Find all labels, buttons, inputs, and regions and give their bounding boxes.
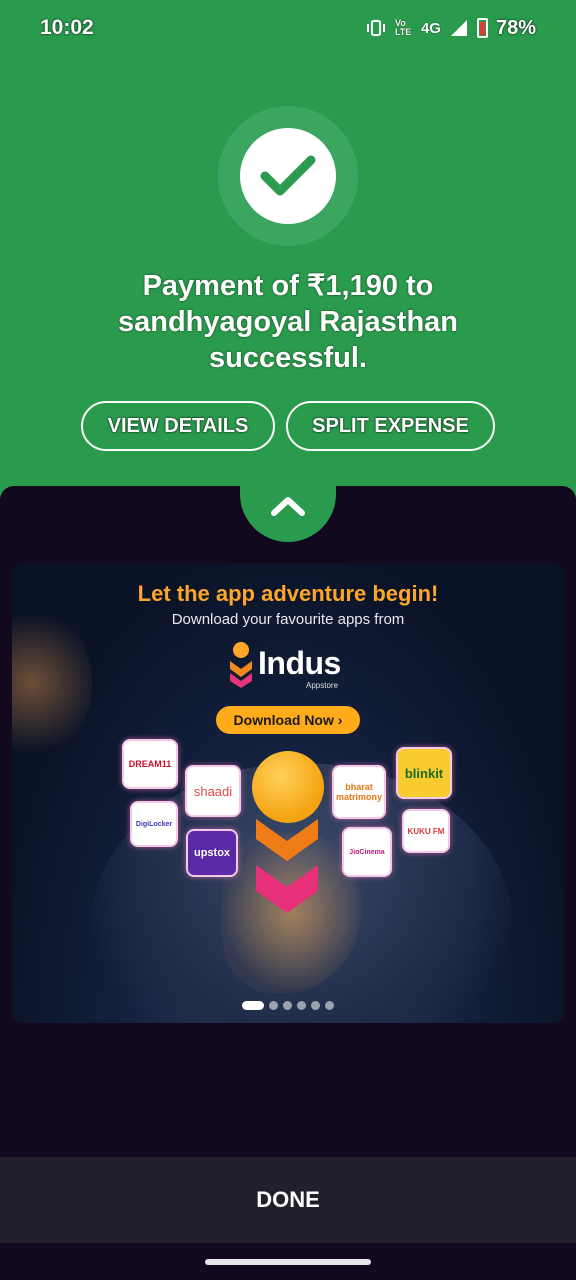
indus-logo: Indus Appstore <box>228 641 368 691</box>
home-indicator[interactable] <box>205 1259 371 1265</box>
app-label: shaadi <box>193 783 233 799</box>
indus-chevron-orange-graphic <box>256 819 318 861</box>
app-tile-dream11: DREAM11 <box>122 739 178 789</box>
app-label: bharat matrimony <box>335 782 382 802</box>
download-now-button[interactable]: Download Now › <box>216 706 360 734</box>
view-details-button[interactable]: VIEW DETAILS <box>81 401 275 451</box>
check-icon <box>260 155 316 196</box>
network-type-label: 4G <box>420 19 441 37</box>
payment-message: Payment of ₹1,190 to sandhyagoyal Rajast… <box>117 270 459 374</box>
app-label: JioCinema <box>349 848 385 856</box>
indus-mark-icon <box>230 642 252 688</box>
app-tile-jiocinema: JioCinema <box>342 827 392 877</box>
brand-name: Indus <box>258 645 341 681</box>
done-button[interactable]: DONE <box>0 1157 576 1243</box>
volte-icon: Vo LTE <box>394 18 412 37</box>
app-label: KUKU FM <box>407 826 445 836</box>
carousel-dot[interactable] <box>283 1001 292 1010</box>
carousel-dot[interactable] <box>269 1001 278 1010</box>
signal-icon <box>450 20 467 36</box>
status-icons: Vo LTE 4G 78% <box>365 17 536 40</box>
done-label: DONE <box>256 1187 320 1212</box>
app-tile-bharat-matrimony: bharat matrimony <box>332 765 386 819</box>
app-tile-blinkit: blinkit <box>396 747 452 799</box>
status-time: 10:02 <box>40 16 94 39</box>
app-tile-kukufm: KUKU FM <box>402 809 450 853</box>
vibrate-icon <box>366 20 385 36</box>
success-badge <box>240 128 336 224</box>
carousel-dot[interactable] <box>242 1001 264 1010</box>
app-label: DREAM11 <box>128 759 172 769</box>
app-tile-shaadi: shaadi <box>185 765 241 817</box>
status-bar: 10:02 Vo LTE 4G 78% <box>0 0 576 56</box>
carousel-dot[interactable] <box>297 1001 306 1010</box>
app-label: DigiLocker <box>135 820 173 828</box>
navigation-bar <box>0 1243 576 1280</box>
banner-headline: Let the app adventure begin! <box>137 581 439 606</box>
app-label: blinkit <box>404 765 444 781</box>
brand-sub: Appstore <box>306 681 339 690</box>
app-label: upstox <box>193 847 231 859</box>
app-tile-digilocker: DigiLocker <box>130 801 178 847</box>
split-expense-button[interactable]: SPLIT EXPENSE <box>286 401 495 451</box>
indus-orb-graphic <box>252 751 324 823</box>
promo-banner[interactable]: Let the app adventure begin! Download yo… <box>12 563 564 1023</box>
indus-chevron-pink-graphic <box>256 865 318 913</box>
carousel-dot[interactable] <box>311 1001 320 1010</box>
carousel-dot[interactable] <box>325 1001 334 1010</box>
app-tile-upstox: upstox <box>186 829 238 877</box>
battery-icon <box>476 18 488 38</box>
banner-subtitle: Download your favourite apps from <box>171 611 405 628</box>
carousel-indicator <box>12 1001 564 1010</box>
battery-percent: 78% <box>495 16 536 39</box>
chevron-up-icon <box>271 497 305 516</box>
